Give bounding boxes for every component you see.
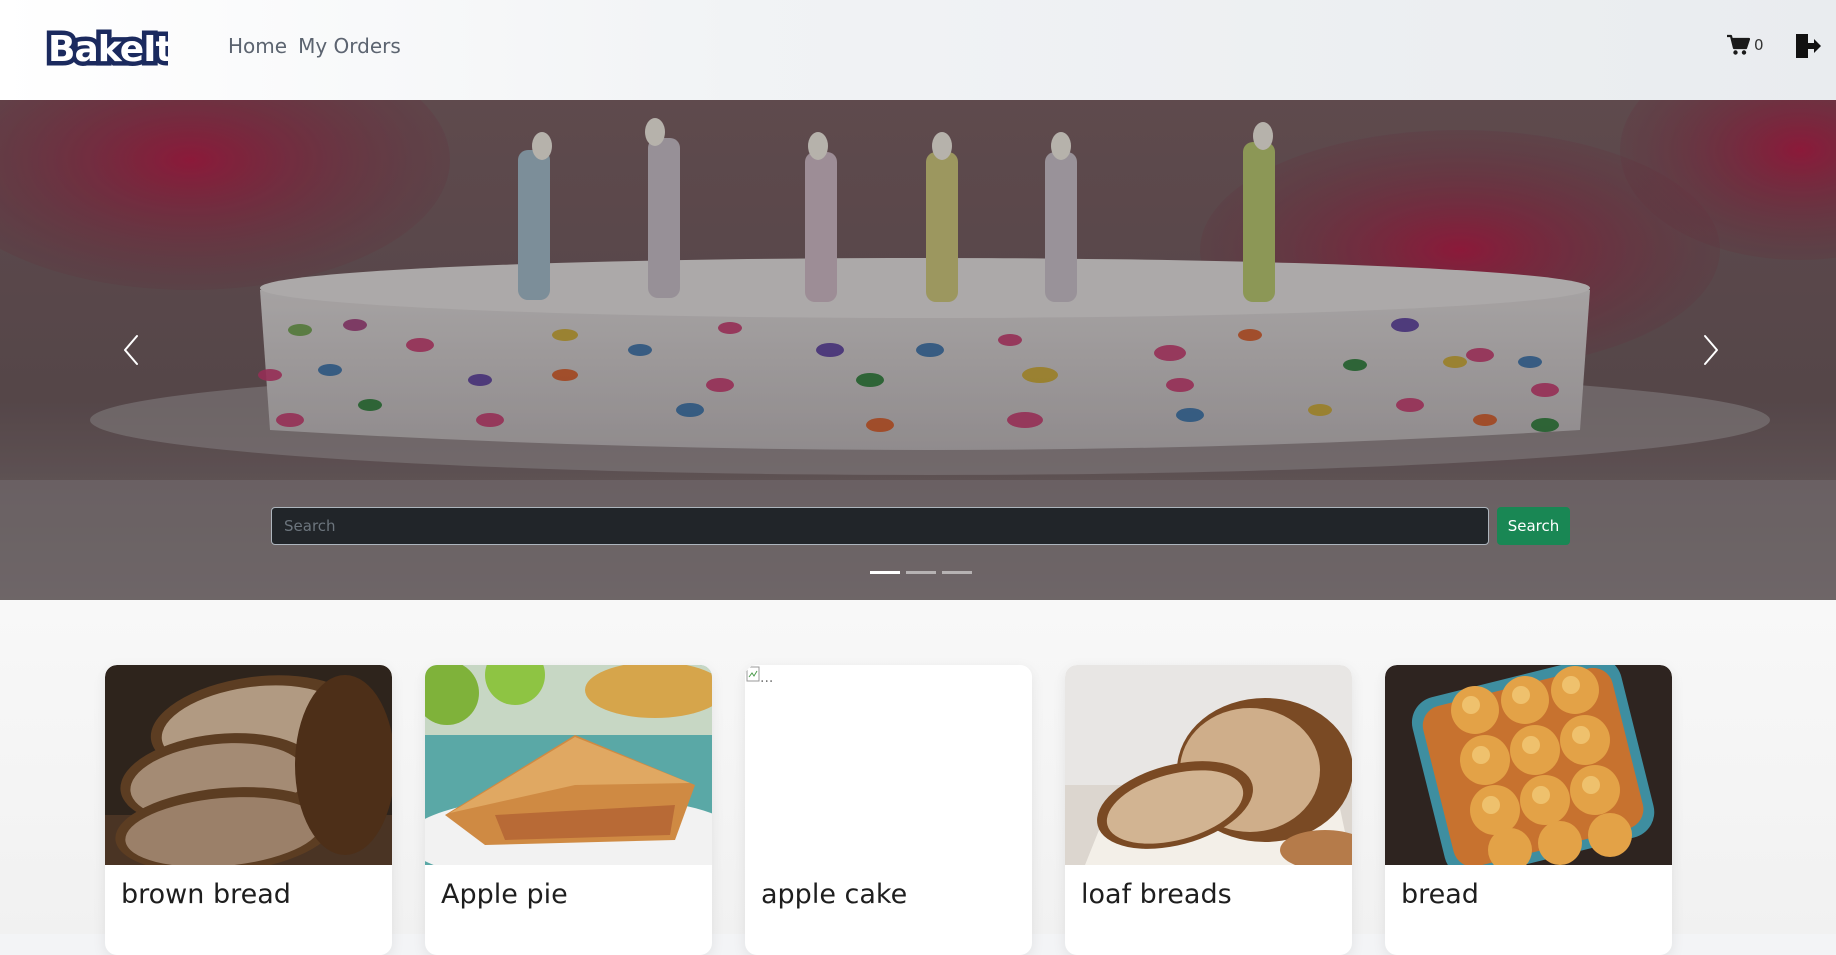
search-form: Search (271, 507, 1570, 545)
svg-text:BakeIt: BakeIt (48, 29, 168, 69)
cart-icon (1727, 34, 1750, 55)
product-card[interactable]: ... apple cake (745, 665, 1032, 955)
cart-count: 0 (1754, 36, 1764, 54)
carousel-prev-button[interactable] (112, 330, 152, 370)
product-title: apple cake (761, 879, 908, 910)
navbar: BakeIt Home My Orders 0 (0, 0, 1836, 100)
bread-rolls-image (1385, 665, 1672, 865)
logout-button[interactable] (1794, 33, 1822, 63)
product-grid: brown bread Apple pie ... apple cake loa… (0, 600, 1836, 955)
product-title: brown bread (121, 879, 291, 910)
carousel-indicator-2[interactable] (906, 571, 936, 574)
carousel-next-button[interactable] (1690, 330, 1730, 370)
carousel-indicators (870, 571, 972, 574)
carousel-indicator-1[interactable] (870, 571, 900, 574)
cart-button[interactable]: 0 (1726, 34, 1764, 56)
search-input[interactable] (271, 507, 1489, 545)
brand-logo[interactable]: BakeIt (44, 25, 179, 75)
search-button[interactable]: Search (1497, 507, 1570, 545)
product-title: Apple pie (441, 879, 568, 910)
product-image: ... (745, 665, 1032, 865)
product-title: bread (1401, 879, 1479, 910)
chevron-left-icon (124, 335, 138, 365)
product-title: loaf breads (1081, 879, 1232, 910)
broken-image-glyph (746, 666, 760, 682)
product-card[interactable]: brown bread (105, 665, 392, 955)
broken-image-icon: ... (746, 666, 773, 686)
nav-link-home[interactable]: Home (228, 34, 287, 58)
product-card[interactable]: loaf breads (1065, 665, 1352, 955)
brand-logo-graphic: BakeIt (44, 25, 179, 75)
product-card[interactable]: Apple pie (425, 665, 712, 955)
product-image (1065, 665, 1352, 865)
apple-pie-image (425, 665, 712, 865)
carousel-indicator-3[interactable] (942, 571, 972, 574)
hero-carousel: Search (0, 100, 1836, 600)
product-card[interactable]: bread (1385, 665, 1672, 955)
main-nav: Home My Orders (228, 34, 401, 58)
logout-icon (1796, 34, 1821, 58)
product-image (425, 665, 712, 865)
image-alt-text: ... (760, 670, 774, 686)
loaf-breads-image (1065, 665, 1352, 865)
brown-bread-image (105, 665, 392, 865)
product-image (1385, 665, 1672, 865)
nav-link-my-orders[interactable]: My Orders (298, 34, 401, 58)
product-image (105, 665, 392, 865)
chevron-right-icon (1704, 335, 1718, 365)
